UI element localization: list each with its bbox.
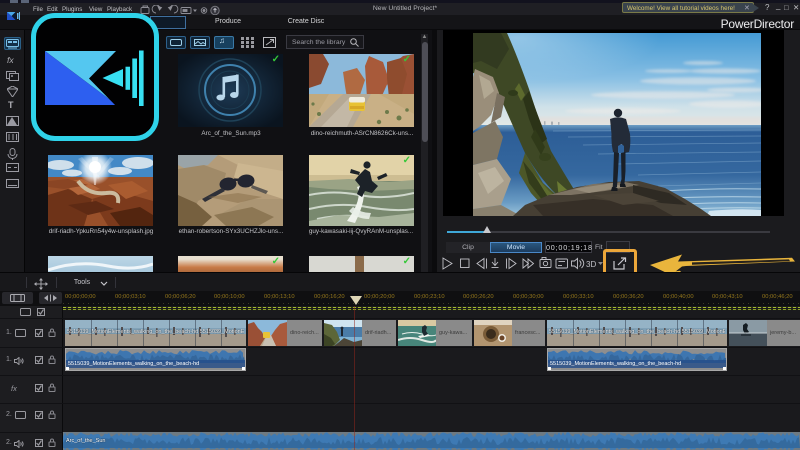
svg-text:3D: 3D: [586, 260, 596, 269]
